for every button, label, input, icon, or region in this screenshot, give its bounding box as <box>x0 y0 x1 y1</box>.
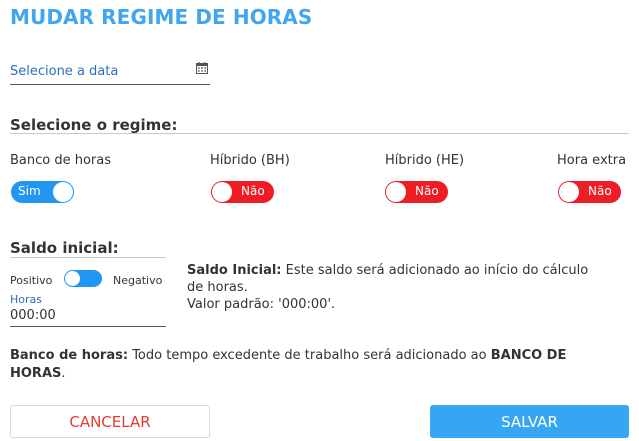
toggle-knob <box>559 182 579 202</box>
regime-section-title: Selecione o regime: <box>10 116 178 134</box>
negative-label: Negativo <box>113 274 163 287</box>
option-label-banco-de-horas: Banco de horas <box>10 153 112 168</box>
saldo-info-default: Valor padrão: '000:00'. <box>187 297 336 312</box>
toggle-hibrido-bh[interactable]: Não <box>211 181 274 203</box>
toggle-text: Não <box>415 184 439 198</box>
option-label-hibrido-bh: Híbrido (BH) <box>210 153 290 168</box>
positive-negative-toggle[interactable] <box>64 270 102 287</box>
date-input[interactable]: Selecione a data <box>10 60 210 85</box>
option-label-hibrido-he: Híbrido (HE) <box>385 153 465 168</box>
toggle-text: Não <box>588 184 612 198</box>
toggle-hibrido-he[interactable]: Não <box>385 181 448 203</box>
toggle-knob <box>386 182 406 202</box>
toggle-banco-de-horas[interactable]: Sim <box>11 181 74 203</box>
description-bold: Banco de horas: <box>10 348 129 363</box>
positive-label: Positivo <box>10 274 53 287</box>
save-button[interactable]: SALVAR <box>430 405 629 438</box>
toggle-text: Sim <box>18 184 41 198</box>
regime-divider <box>10 133 629 134</box>
cancel-button[interactable]: CANCELAR <box>10 405 210 438</box>
description-end: . <box>61 366 66 381</box>
toggle-text: Não <box>241 184 265 198</box>
horas-label: Horas <box>10 293 42 306</box>
saldo-info: Saldo Inicial: Este saldo será adicionad… <box>187 262 607 313</box>
page-title: MUDAR REGIME DE HORAS <box>10 5 313 29</box>
toggle-hora-extra[interactable]: Não <box>558 181 621 203</box>
description-text: Todo tempo excedente de trabalho será ad… <box>128 348 491 363</box>
saldo-section-title: Saldo inicial: <box>10 239 119 257</box>
toggle-knob <box>65 271 80 286</box>
toggle-knob <box>53 182 73 202</box>
saldo-info-bold: Saldo Inicial: <box>187 263 282 278</box>
calendar-icon[interactable] <box>196 62 208 74</box>
saldo-divider <box>10 257 166 258</box>
date-placeholder: Selecione a data <box>10 64 119 79</box>
option-label-hora-extra: Hora extra <box>557 153 627 168</box>
regime-description: Banco de horas: Todo tempo excedente de … <box>10 347 625 383</box>
horas-input[interactable]: Horas 000:00 <box>10 293 166 327</box>
horas-value[interactable]: 000:00 <box>10 308 56 323</box>
toggle-knob <box>212 182 232 202</box>
